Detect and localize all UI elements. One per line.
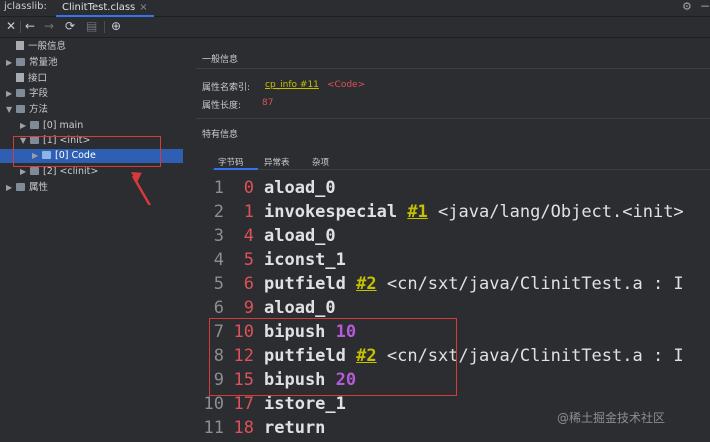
- bytecode-instruction: aload_0: [264, 176, 336, 200]
- close-icon[interactable]: ×: [139, 2, 147, 13]
- tree-item-constant-pool[interactable]: ▶ 常量池: [6, 56, 58, 70]
- tab-clinittest-class[interactable]: ClinitTest.class ×: [56, 0, 154, 17]
- chevron-right-icon[interactable]: ▶: [20, 119, 30, 133]
- attribute-length-value: 87: [262, 98, 274, 108]
- annotation-arrow-icon: [131, 172, 152, 205]
- chevron-right-icon[interactable]: ▶: [6, 87, 16, 101]
- bytecode-offset: 5: [243, 250, 254, 270]
- forward-arrow-icon[interactable]: →: [44, 19, 54, 33]
- divider: [196, 68, 710, 69]
- bytecode-instruction: aload_0: [264, 296, 336, 320]
- class-structure-tree: 一般信息 ▶ 常量池 接口 ▶ 字段 ▼ 方法 ▶ [0] main ▼ [1] <ini…: [0, 38, 186, 442]
- folder-icon: [16, 105, 25, 113]
- tree-item-label: 接口: [28, 73, 48, 84]
- tab-underline: [212, 169, 710, 170]
- tree-item-interfaces[interactable]: 接口: [6, 72, 47, 86]
- app-title: jclasslib:: [4, 1, 47, 12]
- line-number: 11: [203, 418, 224, 438]
- tree-item-fields[interactable]: ▶ 字段: [6, 87, 48, 101]
- tree-item-attributes[interactable]: ▶ 属性: [6, 181, 48, 195]
- folder-icon: [30, 167, 39, 175]
- bytecode-offset: 4: [243, 226, 254, 246]
- opcode: aload_0: [264, 298, 336, 318]
- bytecode-offset: 18: [233, 418, 254, 438]
- tree-item-method-clinit[interactable]: ▶ [2] <clinit>: [20, 165, 98, 179]
- reload-icon[interactable]: ⟳: [65, 19, 75, 33]
- chevron-right-icon[interactable]: ▶: [20, 165, 30, 179]
- back-arrow-icon[interactable]: ←: [25, 19, 35, 33]
- tab-misc[interactable]: 杂项: [312, 156, 329, 168]
- bytecode-offset: 9: [243, 298, 254, 318]
- folder-icon: [16, 183, 25, 191]
- tab-bar: jclasslib: ClinitTest.class × ⚙ −: [0, 0, 710, 17]
- document-icon: [16, 41, 24, 50]
- tree-item-label: 一般信息: [28, 41, 67, 52]
- line-number: 3: [213, 226, 224, 246]
- opcode: aload_0: [264, 226, 336, 246]
- cp-info-link[interactable]: cp_info #11: [265, 80, 319, 90]
- opcode: istore_1: [264, 394, 346, 414]
- tree-item-label: [0] main: [43, 120, 84, 131]
- bytecode-offset: 0: [243, 178, 254, 198]
- folder-icon: [16, 58, 25, 66]
- opcode: invokespecial: [264, 202, 398, 222]
- operand-comment: <java/lang/Object.<init>: [427, 202, 684, 222]
- tab-selected-indicator: [214, 168, 258, 170]
- line-number: 4: [213, 250, 224, 270]
- close-icon[interactable]: ✕: [6, 19, 16, 33]
- bytecode-instruction: invokespecial #1 <java/lang/Object.<init…: [264, 200, 684, 224]
- attribute-name-index-label: 属性名索引:: [202, 83, 251, 93]
- save-icon[interactable]: ▤: [86, 19, 97, 33]
- toolbar-divider: [104, 21, 105, 33]
- bytecode-offset: 1: [243, 202, 254, 222]
- divider: [196, 118, 710, 119]
- line-number: 1: [213, 178, 224, 198]
- tab-exception-table[interactable]: 异常表: [264, 156, 290, 168]
- browser-globe-icon[interactable]: ⊕: [111, 19, 121, 33]
- constant-pool-ref-link[interactable]: #1: [407, 202, 427, 222]
- opcode: return: [264, 418, 326, 438]
- tree-item-label: 属性: [29, 182, 49, 193]
- tab-label: ClinitTest.class: [62, 2, 136, 13]
- annotation-highlight-box: [209, 318, 457, 396]
- bytecode-instruction: return: [264, 416, 325, 440]
- tree-item-general-info[interactable]: 一般信息: [6, 40, 66, 54]
- line-number: 6: [213, 298, 224, 318]
- tab-bytecode[interactable]: 字节码: [218, 156, 244, 168]
- bytecode-instruction: iconst_1: [264, 248, 346, 272]
- line-number: 5: [213, 274, 224, 294]
- constant-pool-ref-link[interactable]: #2: [356, 274, 376, 294]
- minimize-icon[interactable]: −: [700, 0, 710, 13]
- tree-item-label: 字段: [29, 88, 49, 99]
- attribute-length-label: 属性长度:: [202, 101, 242, 111]
- tree-item-label: 常量池: [29, 57, 58, 68]
- line-number: 2: [213, 202, 224, 222]
- gear-icon[interactable]: ⚙: [682, 0, 692, 13]
- bytecode-instruction: aload_0: [264, 224, 336, 248]
- operand-comment: <cn/sxt/java/ClinitTest.a : I: [376, 274, 684, 294]
- folder-icon: [16, 89, 25, 97]
- toolbar: ✕ ← → ⟳ ▤ ⊕: [0, 17, 710, 38]
- tree-item-methods[interactable]: ▼ 方法: [6, 103, 48, 117]
- tree-item-method-main[interactable]: ▶ [0] main: [20, 119, 83, 133]
- chevron-right-icon[interactable]: ▶: [6, 181, 16, 195]
- attribute-name-value: <Code>: [327, 80, 366, 90]
- tree-item-label: 方法: [29, 104, 49, 115]
- chevron-down-icon[interactable]: ▼: [6, 103, 16, 117]
- opcode: iconst_1: [264, 250, 346, 270]
- section-general-info: 一般信息: [202, 55, 239, 65]
- bytecode-offset: 6: [243, 274, 254, 294]
- toolbar-divider: [20, 21, 21, 33]
- watermark: @稀土掘金技术社区: [557, 411, 666, 425]
- folder-icon: [30, 121, 39, 129]
- section-specific-info: 特有信息: [202, 130, 239, 140]
- bytecode-instruction: putfield #2 <cn/sxt/java/ClinitTest.a : …: [264, 272, 684, 296]
- tree-item-label: [2] <clinit>: [43, 166, 99, 177]
- document-icon: [16, 73, 24, 82]
- chevron-right-icon[interactable]: ▶: [6, 56, 16, 70]
- opcode: putfield: [264, 274, 346, 294]
- opcode: aload_0: [264, 178, 336, 198]
